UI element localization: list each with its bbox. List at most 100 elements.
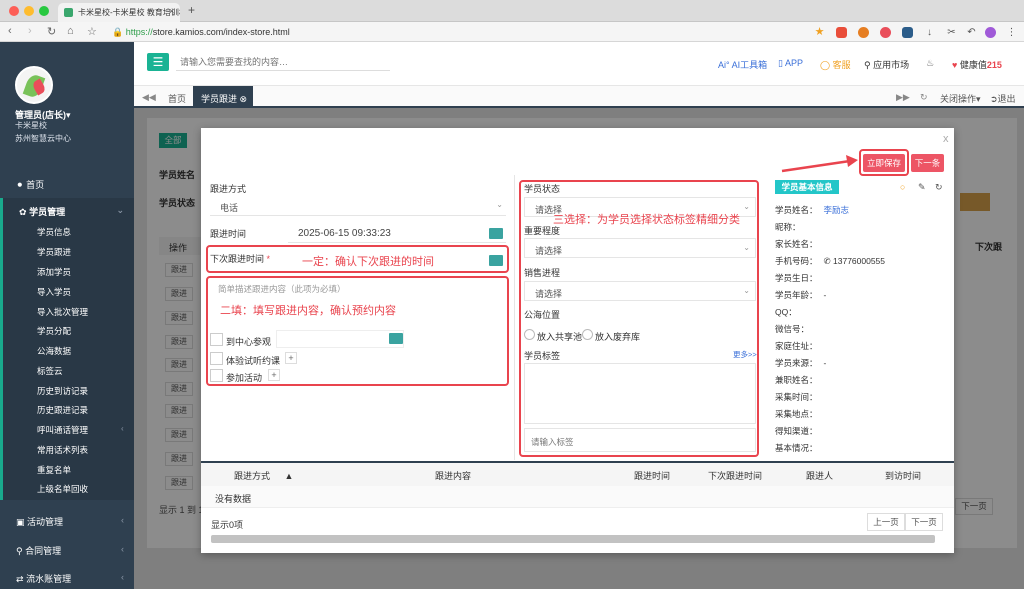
th-follower[interactable]: 跟进人 — [806, 469, 833, 482]
follow-method-select[interactable]: 电话 ⌄ — [210, 196, 506, 216]
save-now-button[interactable]: 立即保存 — [863, 154, 905, 172]
sea-radio-shared[interactable] — [524, 329, 535, 340]
sidebar-item-home[interactable]: ⚫ 首页 — [0, 171, 134, 195]
sidebar-subitem[interactable]: 上级名单回收 — [3, 480, 137, 500]
sidebar-item-activity[interactable]: ▣ 活动管理 ‹ — [0, 508, 134, 532]
sidebar-item-cashflow[interactable]: ⇄ 流水账管理 ‹ — [0, 565, 134, 589]
follow-content-textarea[interactable]: 简单描述跟进内容（此项为必填） — [218, 283, 346, 295]
app-market-link[interactable]: ⚲ 应用市场 — [864, 58, 909, 71]
browser-tab[interactable]: 卡米星校-卡米星校 教育培训机 ✕ — [58, 3, 180, 22]
health-value-link[interactable]: ♥ 健康值215 — [952, 58, 1002, 71]
sidebar-subitem[interactable]: 公海数据 — [3, 342, 137, 362]
calendar-icon[interactable] — [489, 255, 503, 266]
avatar[interactable] — [15, 66, 53, 104]
trial-checkbox[interactable] — [210, 352, 223, 365]
info-age-value: - — [823, 290, 827, 300]
student-submenu: 学员信息 学员跟进 添加学员 导入学员 导入批次管理 学员分配 公海数据 标签云… — [0, 220, 134, 500]
tags-box[interactable] — [524, 363, 756, 424]
prev-page-button[interactable]: 上一页 — [867, 513, 905, 531]
edit-icon[interactable]: ✎ — [918, 182, 926, 193]
th-follow-content[interactable]: 跟进内容 — [435, 469, 471, 482]
importance-select[interactable]: 请选择 ⌄ — [524, 238, 756, 258]
tabs-scroll-left-icon[interactable]: ◀◀ — [142, 86, 156, 108]
th-visit-time[interactable]: 到访时间 — [885, 469, 921, 482]
calendar-icon[interactable] — [489, 228, 503, 239]
extension-purple-icon[interactable] — [985, 27, 996, 38]
minimize-window-icon[interactable] — [24, 6, 34, 16]
logout-link[interactable]: ➲退出 — [990, 86, 1016, 108]
comment-icon[interactable]: ○ — [900, 182, 905, 192]
extension-orange-icon[interactable] — [858, 27, 869, 38]
app-link[interactable]: ▯ APP — [778, 58, 803, 69]
extension-red-icon[interactable] — [880, 27, 891, 38]
next-record-button[interactable]: 下一条 — [911, 154, 944, 172]
sidebar-subitem[interactable]: 历史跟进记录 — [3, 401, 137, 421]
sidebar-subitem[interactable]: 重复名单 — [3, 461, 137, 481]
refresh-icon[interactable]: ↻ — [920, 86, 928, 108]
camera-icon[interactable] — [902, 27, 913, 38]
calendar-icon[interactable] — [389, 333, 403, 344]
th-next-follow-time[interactable]: 下次跟进时间 — [708, 469, 762, 482]
tabs-scroll-right-icon[interactable]: ▶▶ — [896, 86, 910, 108]
forward-icon[interactable]: › — [28, 25, 32, 37]
sort-asc-icon[interactable]: ▲ — [285, 471, 294, 481]
download-icon[interactable]: ↓ — [924, 27, 935, 38]
sidebar-item-contract[interactable]: ⚲ 合同管理 ‹ — [0, 537, 134, 561]
follow-time-input[interactable]: 2025-06-15 09:33:23 — [288, 223, 506, 243]
th-follow-time[interactable]: 跟进时间 — [634, 469, 670, 482]
sidebar-subitem[interactable]: 添加学员 — [3, 263, 137, 283]
more-tags-link[interactable]: 更多>> — [733, 349, 757, 360]
reload-icon[interactable]: ↻ — [47, 25, 56, 38]
sales-value: 请选择 — [535, 289, 563, 299]
tab-student-follow[interactable]: 学员跟进 ⊗ — [193, 86, 253, 108]
refresh-info-icon[interactable]: ↻ — [935, 182, 943, 193]
new-tab-button[interactable]: + — [188, 3, 195, 17]
tab-close-icon[interactable]: ✕ — [168, 7, 175, 16]
tab-home[interactable]: 首页 — [168, 86, 186, 108]
ai-toolbox-link[interactable]: Ai° AI工具箱 — [718, 58, 767, 71]
bookmark-star-icon[interactable]: ☆ — [87, 25, 97, 38]
modal-close-icon[interactable]: x — [943, 133, 949, 145]
info-phone-row: 手机号码： ✆ 13776000555 — [775, 255, 885, 267]
customer-service-link[interactable]: ◯ 客服 — [820, 58, 851, 71]
sidebar-subitem[interactable]: 学员跟进 — [3, 243, 137, 263]
sidebar-subitem[interactable]: 导入学员 — [3, 283, 137, 303]
address-bar[interactable]: 🔒 https://store.kamios.com/index-store.h… — [112, 27, 290, 38]
more-menu-icon[interactable]: ⋮ — [1006, 27, 1017, 38]
sidebar-item-label: 首页 — [26, 180, 45, 190]
th-follow-method[interactable]: 跟进方式 ▲ — [234, 469, 293, 482]
search-input[interactable] — [176, 53, 390, 71]
add-event-button[interactable]: + — [268, 369, 280, 381]
undo-icon[interactable]: ↶ — [966, 27, 977, 38]
sidebar-subitem[interactable]: 呼叫通话管理 — [3, 421, 137, 441]
sidebar-subitem[interactable]: 学员分配 — [3, 322, 137, 342]
sales-select[interactable]: 请选择 ⌄ — [524, 281, 756, 301]
sea-radio-discard[interactable] — [582, 329, 593, 340]
next-page-button[interactable]: 下一页 — [905, 513, 943, 531]
close-ops-dropdown[interactable]: 关闭操作▾ — [940, 86, 981, 108]
horizontal-scrollbar[interactable] — [211, 535, 935, 543]
sidebar-subitem[interactable]: 导入批次管理 — [3, 303, 137, 323]
sidebar-item-student-mgmt[interactable]: ✿ 学员管理 ⌄ — [0, 198, 134, 222]
zoom-window-icon[interactable] — [39, 6, 49, 16]
sidebar-subitem[interactable]: 标签云 — [3, 362, 137, 382]
close-window-icon[interactable] — [9, 6, 19, 16]
extension-game-icon[interactable] — [836, 27, 847, 38]
tag-input[interactable]: 请输入标签 — [524, 428, 756, 452]
add-trial-button[interactable]: + — [285, 352, 297, 364]
info-name-value[interactable]: 李励志 — [824, 205, 850, 215]
visit-checkbox[interactable] — [210, 333, 223, 346]
th-label: 跟进方式 — [234, 471, 271, 481]
sidebar-subitem[interactable]: 常用话术列表 — [3, 441, 137, 461]
visit-date-input[interactable] — [276, 330, 404, 348]
home-icon[interactable]: ⌂ — [67, 25, 74, 37]
menu-toggle-button[interactable]: ☰ — [147, 53, 169, 71]
scissors-icon[interactable]: ✂ — [946, 27, 957, 38]
star-icon[interactable]: ★ — [814, 27, 825, 38]
sidebar-subitem[interactable]: 学员信息 — [3, 223, 137, 243]
tab-close-icon[interactable]: ⊗ — [240, 94, 248, 104]
back-icon[interactable]: ‹ — [8, 25, 12, 37]
bell-icon[interactable]: ♨ — [926, 58, 934, 69]
event-checkbox[interactable] — [210, 369, 223, 382]
sidebar-subitem[interactable]: 历史到访记录 — [3, 382, 137, 402]
